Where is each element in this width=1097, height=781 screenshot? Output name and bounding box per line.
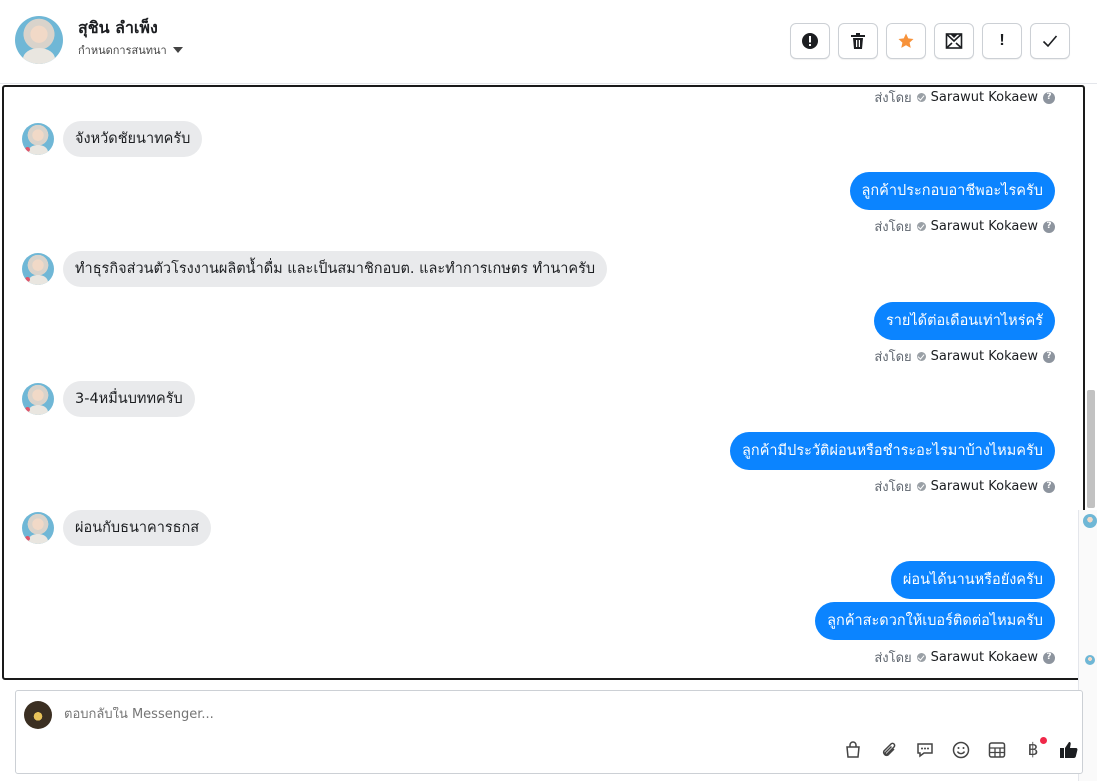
help-icon[interactable]: ? bbox=[1043, 220, 1055, 233]
incoming-message: 3-4หมื่นบททครับ bbox=[22, 381, 195, 417]
reply-input[interactable] bbox=[64, 707, 664, 722]
conversation-header: สุชิน ลำเพ็ง กำหนดการสนทนา ! bbox=[0, 0, 1097, 84]
incoming-message: ผ่อนกับธนาคารธกส bbox=[22, 510, 212, 546]
page-avatar bbox=[24, 701, 52, 729]
sent-by-line: ส่งโดย Sarawut Kokaew ? bbox=[874, 87, 1055, 108]
thread-scrollbar[interactable] bbox=[1087, 390, 1095, 508]
delete-button[interactable] bbox=[838, 23, 878, 59]
side-contact-avatar[interactable] bbox=[1083, 514, 1097, 528]
paperclip-icon[interactable] bbox=[878, 739, 900, 761]
baht-icon[interactable]: ฿ bbox=[1022, 737, 1047, 761]
star-icon bbox=[898, 33, 914, 48]
sent-by-label: ส่งโดย bbox=[874, 651, 912, 666]
conversation-settings-dropdown[interactable]: กำหนดการสนทนา bbox=[78, 41, 183, 59]
verified-icon bbox=[916, 93, 926, 102]
contact-name[interactable]: สุชิน ลำเพ็ง bbox=[78, 16, 158, 41]
composer-tools: ฿ bbox=[842, 737, 1080, 761]
incoming-bubble[interactable]: ผ่อนกับธนาคารธกส bbox=[63, 510, 212, 546]
conversation-toolbar: ! bbox=[790, 23, 1070, 59]
envelope-icon bbox=[945, 33, 963, 49]
exclamation-circle-icon bbox=[802, 33, 818, 49]
agent-name[interactable]: Sarawut Kokaew bbox=[931, 219, 1038, 234]
incoming-bubble[interactable]: 3-4หมื่นบททครับ bbox=[63, 381, 195, 417]
agent-name[interactable]: Sarawut Kokaew bbox=[931, 90, 1038, 105]
checkmark-icon bbox=[1042, 35, 1058, 48]
mark-unread-button[interactable] bbox=[934, 23, 974, 59]
agent-name[interactable]: Sarawut Kokaew bbox=[931, 479, 1038, 494]
important-button[interactable]: ! bbox=[982, 23, 1022, 59]
agent-name[interactable]: Sarawut Kokaew bbox=[931, 349, 1038, 364]
exclamation-icon: ! bbox=[999, 32, 1005, 49]
verified-icon bbox=[916, 482, 926, 491]
sent-by-line: ส่งโดย Sarawut Kokaew ? bbox=[874, 216, 1055, 237]
contact-avatar-small[interactable] bbox=[22, 512, 54, 544]
contact-avatar-small[interactable] bbox=[22, 123, 54, 155]
sent-by-label: ส่งโดย bbox=[874, 480, 912, 495]
outgoing-bubble[interactable]: ผ่อนได้นานหรือยังครับ bbox=[890, 561, 1055, 599]
verified-icon bbox=[916, 352, 926, 361]
chat-bubble-icon[interactable] bbox=[914, 739, 936, 761]
caret-down-icon bbox=[172, 47, 183, 53]
sent-by-line: ส่งโดย Sarawut Kokaew ? bbox=[874, 346, 1055, 367]
help-icon[interactable]: ? bbox=[1043, 350, 1055, 363]
done-button[interactable] bbox=[1030, 23, 1070, 59]
emoji-icon[interactable] bbox=[950, 739, 972, 761]
outgoing-bubble[interactable]: ลูกค้าสะดวกให้เบอร์ติดต่อไหมครับ bbox=[815, 602, 1055, 640]
table-icon[interactable] bbox=[986, 739, 1008, 761]
side-contact-avatar[interactable] bbox=[1085, 655, 1095, 665]
verified-icon bbox=[916, 222, 926, 231]
agent-name[interactable]: Sarawut Kokaew bbox=[931, 650, 1038, 665]
outgoing-bubble[interactable]: ลูกค้าประกอบอาชีพอะไรครับ bbox=[849, 172, 1055, 210]
incoming-message: ทำธุรกิจส่วนตัวโรงงานผลิตน้ำดื่ม และเป็น… bbox=[22, 251, 608, 287]
report-button[interactable] bbox=[790, 23, 830, 59]
thumbs-up-icon[interactable] bbox=[1058, 739, 1080, 761]
incoming-message: จังหวัดชัยนาทครับ bbox=[22, 121, 203, 157]
help-icon[interactable]: ? bbox=[1043, 480, 1055, 493]
contact-avatar-small[interactable] bbox=[22, 253, 54, 285]
message-thread[interactable]: ส่งโดย Sarawut Kokaew ? จังหวัดชัยนาทครั… bbox=[2, 85, 1085, 680]
sent-by-label: ส่งโดย bbox=[874, 220, 912, 235]
conversation-settings-label: กำหนดการสนทนา bbox=[78, 44, 167, 57]
reply-composer: ฿ bbox=[15, 690, 1083, 774]
incoming-bubble[interactable]: จังหวัดชัยนาทครับ bbox=[63, 121, 203, 157]
outgoing-bubble[interactable]: ลูกค้ามีประวัติผ่อนหรือชำระอะไรมาบ้างไหม… bbox=[730, 432, 1055, 470]
sent-by-label: ส่งโดย bbox=[874, 91, 912, 106]
bag-icon[interactable] bbox=[842, 739, 864, 761]
verified-icon bbox=[916, 653, 926, 662]
incoming-bubble[interactable]: ทำธุรกิจส่วนตัวโรงงานผลิตน้ำดื่ม และเป็น… bbox=[63, 251, 608, 287]
help-icon[interactable]: ? bbox=[1043, 651, 1055, 664]
sent-by-label: ส่งโดย bbox=[874, 350, 912, 365]
star-button[interactable] bbox=[886, 23, 926, 59]
contact-avatar-small[interactable] bbox=[22, 383, 54, 415]
contact-avatar[interactable] bbox=[15, 16, 63, 64]
sent-by-line: ส่งโดย Sarawut Kokaew ? bbox=[874, 476, 1055, 497]
outgoing-bubble[interactable]: รายได้ต่อเดือนเท่าไหร่ครั bbox=[873, 302, 1055, 340]
trash-icon bbox=[851, 33, 865, 49]
sent-by-line: ส่งโดย Sarawut Kokaew ? bbox=[874, 647, 1055, 668]
help-icon[interactable]: ? bbox=[1043, 91, 1055, 104]
notification-dot bbox=[1040, 737, 1047, 744]
